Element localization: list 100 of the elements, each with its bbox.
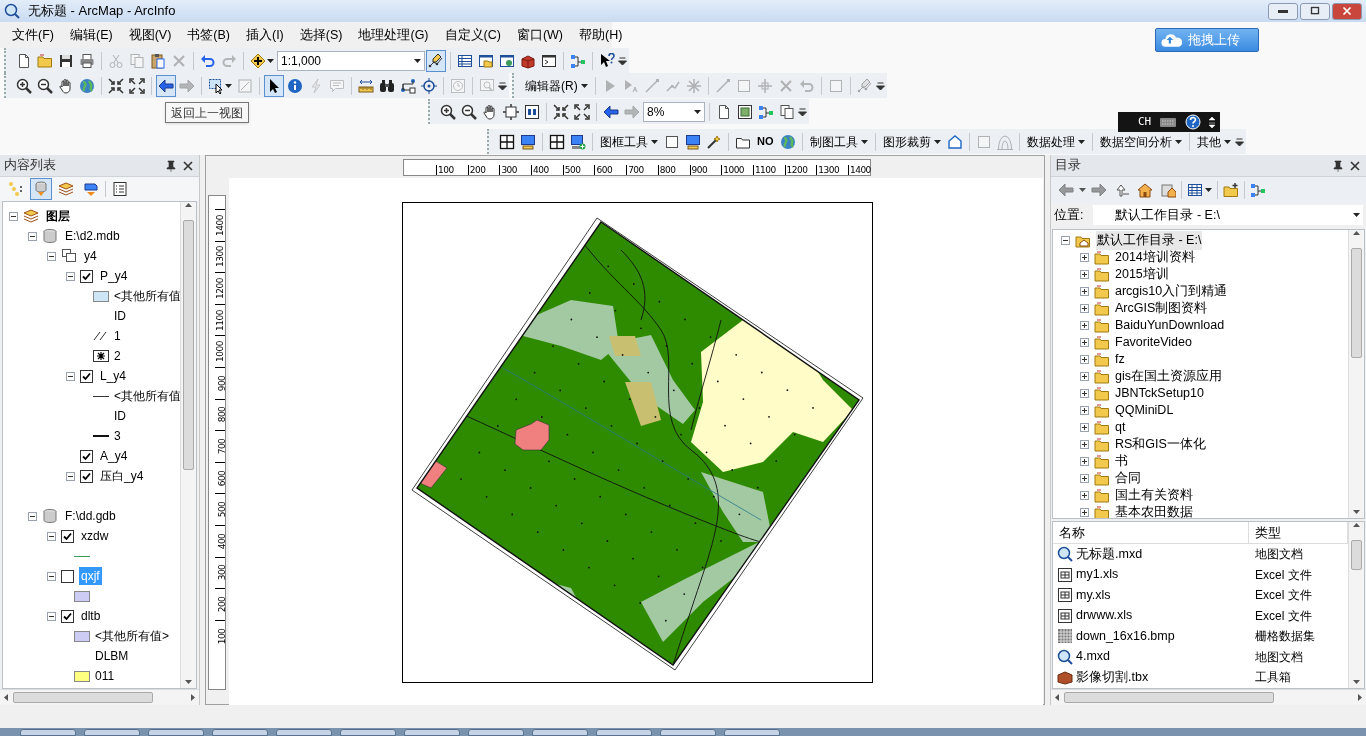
tooltip: 返回上一视图 (165, 102, 249, 123)
legend-heading: ID (114, 308, 126, 325)
menu-item[interactable]: 插入(I) (238, 25, 292, 45)
legend-label: 011 (95, 668, 115, 685)
folder-name[interactable]: RS和GIS一体化 (1115, 435, 1206, 454)
ruler-label: 900 (690, 164, 708, 175)
menu-item[interactable]: 地理处理(G) (350, 25, 437, 45)
file-name[interactable]: 影像切割.tbx (1076, 667, 1149, 687)
ruler-label: 1100 (216, 309, 226, 331)
toolbar-menu[interactable]: 其他 (1193, 130, 1234, 153)
ruler-label: 900 (218, 375, 228, 392)
toolbar-menu[interactable]: 数据空间分析 (1096, 130, 1185, 153)
scale-dropdown[interactable]: 8% (643, 101, 705, 122)
folder-name[interactable]: JBNTckSetup10 (1115, 384, 1204, 403)
layer-name[interactable]: xzdw (79, 527, 111, 545)
toolbar-button[interactable]: NO (754, 130, 777, 153)
folder-name[interactable]: 2015培训 (1115, 265, 1169, 284)
folder-name[interactable]: ArcGIS制图资料 (1115, 299, 1208, 318)
location-label: 位置: (1054, 206, 1084, 224)
legend-label: <其他所有值> (95, 628, 169, 645)
folder-name[interactable]: qt (1115, 418, 1126, 437)
column-header[interactable]: 名称 (1053, 522, 1249, 544)
legend-heading: DLBM (95, 648, 129, 665)
folder-name[interactable]: QQMiniDL (1115, 401, 1174, 420)
ruler-label: 200 (218, 596, 228, 613)
menu-item[interactable]: 帮助(H) (571, 25, 631, 45)
menu-item[interactable]: 自定义(C) (436, 25, 509, 45)
folder-name[interactable]: 基本农田数据 (1115, 503, 1193, 518)
layer-name[interactable]: 压白_y4 (98, 467, 146, 485)
menu-item[interactable]: 视图(V) (120, 25, 180, 45)
file-type: Excel 文件 (1254, 587, 1312, 605)
ruler-label: 400 (218, 533, 228, 550)
scale-dropdown[interactable]: 1:1,000 (277, 50, 425, 71)
file-name[interactable]: 无标题.mxd (1076, 544, 1143, 564)
legend-label: 2 (114, 348, 121, 365)
file-name[interactable]: drwww.xls (1076, 606, 1133, 626)
folder-name[interactable]: arcgis10入门到精通 (1115, 282, 1228, 301)
folder-name[interactable]: 2014培训资料 (1115, 248, 1195, 267)
layer-name[interactable]: dltb (79, 607, 103, 625)
language-indicator[interactable]: CH (1138, 113, 1152, 131)
layer-name[interactable]: A_y4 (98, 447, 130, 465)
ruler-label: 1400 (848, 164, 871, 175)
layer-name[interactable]: P_y4 (98, 267, 130, 285)
file-type: 栅格数据集 (1254, 628, 1315, 646)
legend-heading: ID (114, 408, 126, 425)
ruler-label: 100 (437, 164, 454, 175)
panel-title: 目录 (1055, 157, 1081, 175)
legend-label: 1 (114, 328, 121, 345)
ruler-label: 1300 (216, 246, 226, 268)
toolbar-menu[interactable]: 编辑器(R) (522, 74, 591, 97)
ruler-label: 700 (218, 438, 228, 455)
window-title: 无标题 - ArcMap - ArcInfo (28, 2, 176, 21)
layer-name[interactable]: F:\dd.gdb (63, 507, 118, 525)
ruler-label: 200 (468, 164, 486, 175)
file-name[interactable]: my1.xls (1076, 565, 1119, 585)
location-dropdown[interactable]: 默认工作目录 - E:\ (1093, 205, 1363, 225)
file-name[interactable]: 4.mxd (1076, 647, 1111, 667)
menu-item[interactable]: 选择(S) (291, 25, 351, 45)
folder-name[interactable]: 书 (1115, 452, 1128, 471)
menu-item[interactable]: 书签(B) (179, 25, 238, 45)
file-name[interactable]: down_16x16.bmp (1076, 626, 1175, 646)
folder-name[interactable]: 国土有关资料 (1115, 486, 1193, 505)
ruler-label: 700 (627, 164, 644, 175)
menu-item[interactable]: 编辑(E) (61, 25, 121, 45)
ruler-label: 1200 (785, 164, 808, 175)
ruler-label: 800 (658, 164, 676, 175)
file-type: Excel 文件 (1254, 566, 1312, 584)
folder-name[interactable]: 默认工作目录 - E:\ (1096, 231, 1203, 250)
legend-label: <其他所有值 (114, 288, 180, 305)
ruler-label: 400 (532, 164, 549, 175)
folder-name[interactable]: FavoriteVideo (1115, 333, 1192, 352)
file-type: 地图文档 (1254, 648, 1303, 666)
toolbar-menu[interactable]: 数据处理 (1023, 130, 1088, 153)
ruler-label: 1000 (722, 164, 745, 175)
toolbar-menu[interactable]: 制图工具 (806, 130, 871, 153)
file-type: Excel 文件 (1254, 607, 1312, 625)
folder-name[interactable]: gis在国土资源应用 (1115, 367, 1222, 386)
folder-name[interactable]: fz (1115, 350, 1125, 369)
layer-name[interactable]: L_y4 (98, 367, 129, 385)
ruler-label: 1200 (216, 278, 226, 299)
layer-name[interactable]: E:\d2.mdb (63, 227, 122, 245)
panel-title: 内容列表 (4, 157, 56, 175)
folder-name[interactable]: 合同 (1115, 469, 1141, 488)
layer-name[interactable]: y4 (82, 247, 99, 265)
ruler-label: 1400 (216, 214, 226, 236)
folder-name[interactable]: BaiduYunDownload (1115, 316, 1225, 335)
toolbar-menu[interactable]: 图形裁剪 (879, 130, 944, 153)
menu-item[interactable]: 窗口(W) (508, 25, 571, 45)
toolbar-menu[interactable]: 图框工具 (597, 130, 661, 153)
ruler-label: 500 (563, 164, 581, 175)
file-type: 地图文档 (1254, 546, 1303, 564)
ruler-label: 500 (218, 501, 228, 518)
file-name[interactable]: my.xls (1076, 585, 1111, 605)
layer-name[interactable]: 图层 (44, 207, 72, 225)
legend-label: <其他所有值 (114, 388, 180, 405)
ruler-label: 800 (218, 407, 228, 423)
ruler-label: 600 (595, 164, 613, 175)
ruler-label: 1300 (817, 164, 840, 175)
menu-item[interactable]: 文件(F) (4, 25, 62, 45)
ruler-label: 300 (218, 565, 228, 581)
